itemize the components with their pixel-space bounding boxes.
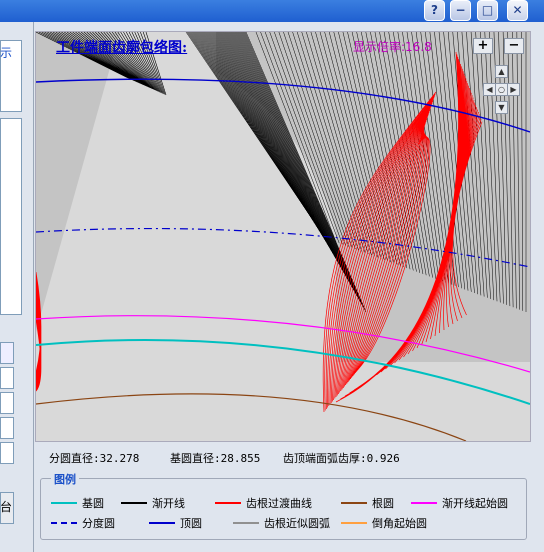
tip-thickness-value: 0.926 [366,452,400,465]
legend-item: 分度圆 [51,515,115,531]
envelope-plot [36,32,530,441]
zoom-value: 16.8 [405,40,432,54]
help-button[interactable]: ? [424,0,445,21]
pan-right-button[interactable]: ▶ [507,83,520,96]
legend-item: 根圆 [341,495,394,511]
left-side-panel: 示 台 [0,22,34,552]
legend: 图例 基圆 渐开线 齿根过渡曲线 根圆 渐开线起始圆分度圆 顶圆 齿根近似圆弧 倒角起始圆 [40,471,527,540]
tooth-body-left [36,32,120,332]
legend-item: 倒角起始圆 [341,515,427,531]
legend-swatch [121,502,147,504]
legend-swatch [233,522,259,524]
root-circle [36,393,467,441]
legend-label: 渐开线 [152,497,185,510]
pitch-diameter-readout: 分圆直径:32.278 [49,450,139,466]
legend-item: 基圆 [51,495,104,511]
legend-item: 渐开线起始圆 [411,495,508,511]
left-panel-field-4[interactable] [0,417,14,439]
legend-label: 渐开线起始圆 [442,497,508,510]
tooth-profile-canvas[interactable]: 工件端面齿廓包络图: 显示倍率:16.8 + − ▲ ◀ ○ ▶ ▼ [35,31,531,442]
maximize-button[interactable]: □ [477,0,498,21]
left-panel-field-1[interactable] [0,342,14,364]
legend-swatch [215,502,241,504]
legend-item: 齿根近似圆弧 [233,515,330,531]
legend-item: 渐开线 [121,495,185,511]
legend-swatch [51,522,77,524]
pan-up-button[interactable]: ▲ [495,65,508,78]
pan-control: ▲ ◀ ○ ▶ ▼ [483,65,520,121]
legend-label: 根圆 [372,497,394,510]
zoom-out-button[interactable]: − [504,38,524,54]
pan-down-button[interactable]: ▼ [495,101,508,114]
legend-label: 倒角起始圆 [372,517,427,530]
close-button[interactable]: ✕ [507,0,528,21]
legend-label: 基圆 [82,497,104,510]
base-diameter-value: 28.855 [220,452,261,465]
pitch-diameter-label: 分圆直径: [49,452,100,465]
legend-swatch [51,502,77,504]
legend-label: 顶圆 [180,517,202,530]
base-diameter-label: 基圆直径: [170,452,221,465]
legend-swatch [149,522,175,524]
base-diameter-readout: 基圆直径:28.855 [170,450,260,466]
zoom-in-button[interactable]: + [473,38,493,54]
legend-label: 齿根近似圆弧 [264,517,330,530]
left-panel-field-2[interactable] [0,367,14,389]
zoom-display: 显示倍率:16.8 [353,38,432,55]
legend-label: 分度圆 [82,517,115,530]
left-panel-field-3[interactable] [0,392,14,414]
left-panel-button-label: 台 [0,500,13,514]
tip-thickness-label: 齿顶端面弧齿厚: [283,452,367,465]
legend-label: 齿根过渡曲线 [246,497,312,510]
left-panel-field-5[interactable] [0,442,14,464]
legend-swatch [341,502,367,504]
minimize-button[interactable]: − [450,0,471,21]
zoom-label: 显示倍率: [353,40,406,54]
legend-swatch [411,502,437,504]
tip-thickness-readout: 齿顶端面弧齿厚:0.926 [283,450,400,466]
left-panel-label: 示 [0,46,13,60]
left-panel-list[interactable] [0,118,22,315]
pitch-diameter-value: 32.278 [99,452,140,465]
window-titlebar: ? − □ ✕ [0,0,544,22]
legend-item: 顶圆 [149,515,202,531]
legend-title: 图例 [51,471,79,487]
legend-item: 齿根过渡曲线 [215,495,312,511]
legend-swatch [341,522,367,524]
canvas-title: 工件端面齿廓包络图: [56,40,188,56]
